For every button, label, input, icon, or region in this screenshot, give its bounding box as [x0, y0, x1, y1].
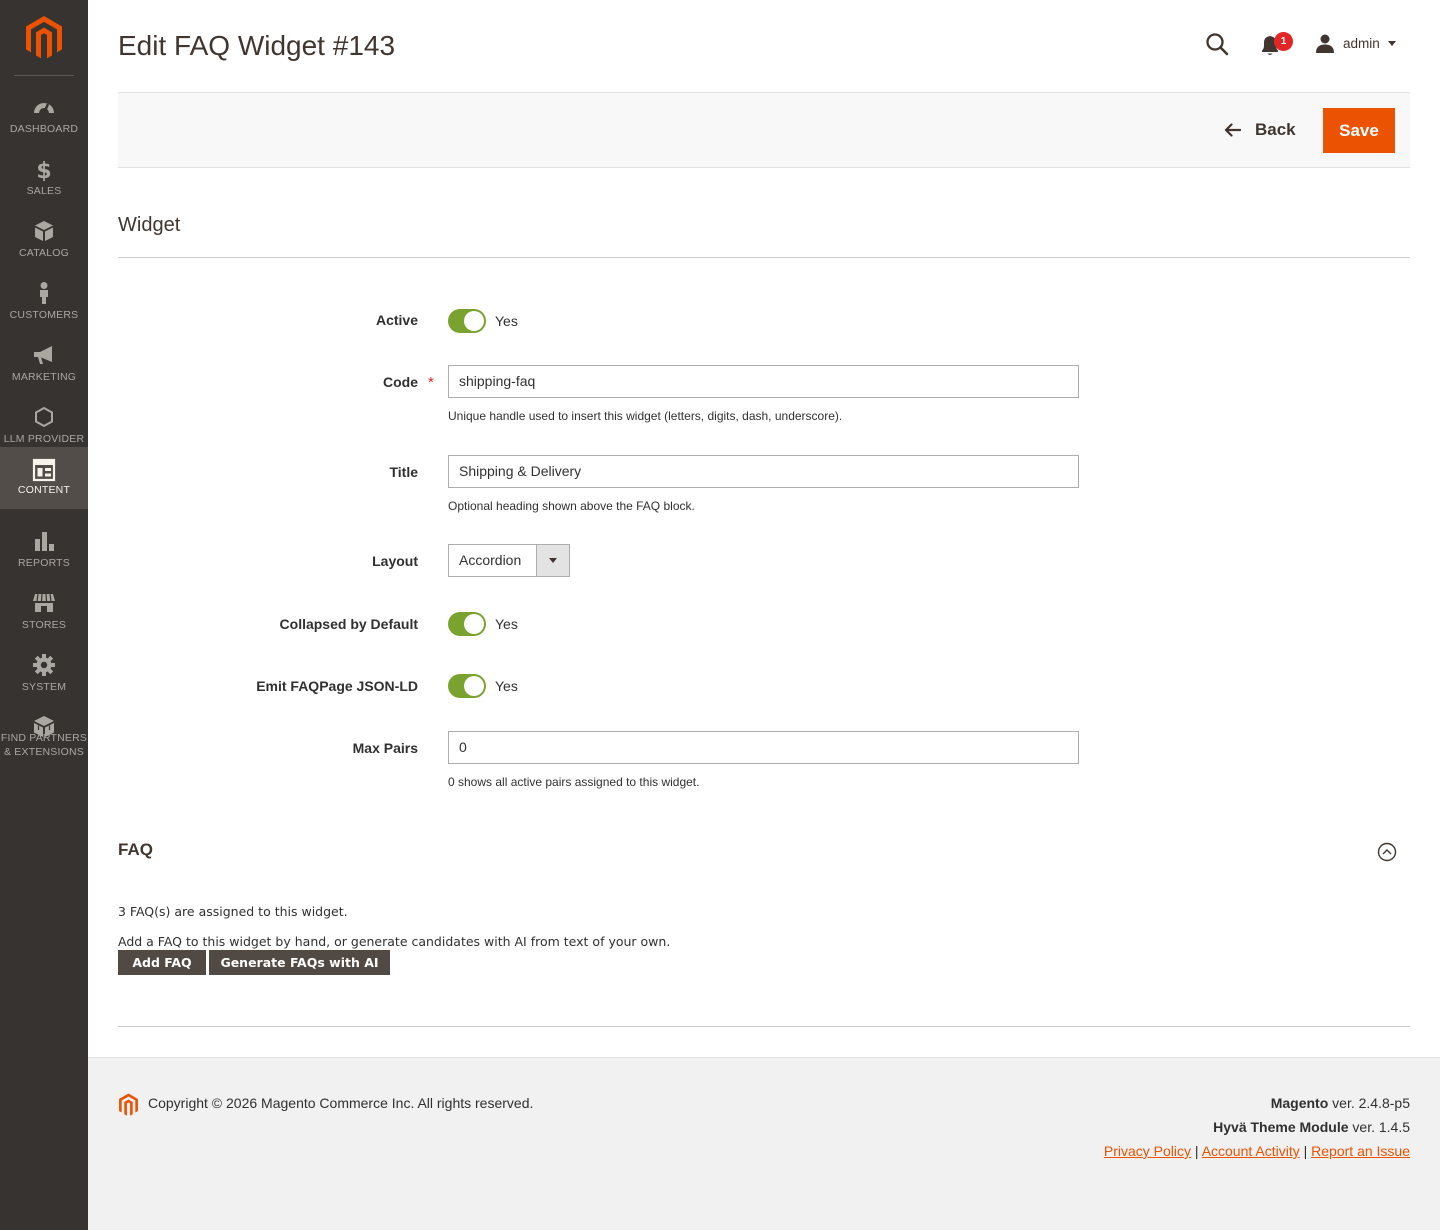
sidebar-item-reports[interactable]: Reports [0, 521, 88, 583]
store-icon [33, 593, 55, 612]
dashboard-icon [34, 103, 54, 114]
hyva-version: Hyvä Theme Module ver. 1.4.5 [1213, 1119, 1410, 1135]
title-input[interactable]: Shipping & Delivery [448, 455, 1079, 488]
toggle-knob [464, 311, 484, 331]
hexagon-icon [35, 406, 53, 428]
sidebar-item-label: Sales [26, 185, 62, 197]
megaphone-icon [34, 346, 52, 364]
sidebar-item-label-line2: & Extensions [3, 746, 84, 758]
faq-help-text: Add a FAQ to this widget by hand, or gen… [118, 934, 671, 949]
sidebar-item-sales[interactable]: $ Sales [0, 149, 88, 211]
title-note: Optional heading shown above the FAQ blo… [448, 499, 695, 513]
collapsed-toggle-text: Yes [495, 616, 518, 632]
code-note: Unique handle used to insert this widget… [448, 409, 843, 423]
sidebar-item-dashboard[interactable]: Dashboard [0, 87, 88, 149]
magento-name: Magento [1270, 1095, 1329, 1111]
magento-logo-icon[interactable] [24, 16, 64, 60]
save-button[interactable]: Save [1323, 108, 1395, 153]
code-label: Code [383, 374, 418, 390]
hyva-name: Hyvä Theme Module [1213, 1119, 1349, 1135]
emit-jsonld-toggle-text: Yes [495, 678, 518, 694]
layout-select-value: Accordion [459, 552, 522, 568]
user-account-menu[interactable]: admin [1315, 32, 1396, 54]
sidebar-item-system[interactable]: System [0, 645, 88, 707]
bar-chart-icon [35, 532, 54, 551]
active-toggle-text: Yes [495, 313, 518, 329]
sidebar-item-find-partners[interactable]: Find Partners & Extensions [0, 707, 88, 763]
page-actions-bar [118, 92, 1410, 168]
sidebar-item-content[interactable]: Content [0, 447, 88, 509]
magento-version: Magento ver. 2.4.8-p5 [1271, 1095, 1410, 1111]
max-pairs-label: Max Pairs [352, 740, 418, 756]
layout-icon [32, 458, 56, 482]
sidebar-item-label: Marketing [11, 371, 77, 383]
report-issue-link[interactable]: Report an Issue [1311, 1143, 1410, 1159]
sidebar-item-label: Find Partners & Extensions [0, 731, 88, 759]
hyva-version-number: ver. 1.4.5 [1348, 1119, 1410, 1135]
logo-divider [14, 75, 74, 76]
collapsed-label: Collapsed by Default [279, 616, 418, 632]
max-pairs-note: 0 shows all active pairs assigned to thi… [448, 775, 700, 789]
magento-logo-icon [119, 1093, 138, 1116]
copyright-text: Copyright © 2026 Magento Commerce Inc. A… [148, 1095, 534, 1111]
search-icon[interactable] [1205, 32, 1229, 56]
notification-count-badge[interactable]: 1 [1274, 32, 1293, 51]
required-indicator: * [428, 374, 434, 391]
chevron-down-icon [1387, 40, 1396, 46]
person-icon [40, 282, 48, 304]
emit-jsonld-toggle[interactable] [448, 674, 486, 698]
back-button-label: Back [1255, 120, 1296, 139]
admin-sidebar: Dashboard $ Sales Catalog Customers Mark… [0, 0, 88, 1230]
sidebar-item-label: LLM Provider [3, 433, 85, 445]
sidebar-item-label: Stores [21, 619, 67, 631]
active-label: Active [375, 312, 418, 328]
layout-select[interactable]: Accordion [448, 544, 570, 577]
sidebar-item-label: Customers [9, 309, 79, 321]
faq-count-text: 3 FAQ(s) are assigned to this widget. [118, 904, 348, 919]
section-divider [118, 1026, 1410, 1027]
sidebar-item-label: Reports [18, 557, 70, 569]
box-icon [35, 221, 53, 241]
dollar-icon: $ [36, 159, 51, 181]
sidebar-item-label: System [21, 681, 67, 693]
section-divider [118, 257, 1410, 258]
account-activity-link[interactable]: Account Activity [1202, 1143, 1300, 1159]
faq-section-title[interactable]: FAQ [118, 840, 153, 860]
gear-icon [33, 654, 55, 676]
sidebar-item-marketing[interactable]: Marketing [0, 335, 88, 397]
sidebar-item-label: Dashboard [9, 123, 79, 135]
sidebar-item-customers[interactable]: Customers [0, 273, 88, 335]
arrow-left-icon [1224, 123, 1241, 137]
chevron-down-icon [536, 545, 569, 576]
svg-text:$: $ [36, 159, 51, 181]
link-separator: | [1299, 1143, 1312, 1159]
link-separator: | [1191, 1143, 1202, 1159]
sidebar-item-label: Content [17, 484, 71, 496]
code-input[interactable]: shipping-faq [448, 365, 1079, 398]
sidebar-item-label-line1: Find Partners [0, 732, 88, 744]
user-icon [1316, 34, 1334, 53]
collapsed-toggle[interactable] [448, 612, 486, 636]
generate-faqs-ai-button[interactable]: Generate FAQs with AI [209, 950, 390, 975]
layout-label: Layout [372, 553, 418, 569]
add-faq-button[interactable]: Add FAQ [118, 950, 206, 975]
user-name: admin [1343, 35, 1380, 51]
widget-section-title: Widget [118, 214, 181, 236]
magento-version-number: ver. 2.4.8-p5 [1328, 1095, 1410, 1111]
privacy-policy-link[interactable]: Privacy Policy [1104, 1143, 1191, 1159]
sidebar-item-stores[interactable]: Stores [0, 583, 88, 645]
footer-links: Privacy Policy | Account Activity | Repo… [1104, 1143, 1410, 1159]
collapse-toggle-icon[interactable] [1377, 842, 1397, 862]
title-label: Title [389, 464, 418, 480]
sidebar-item-label: Catalog [18, 247, 70, 259]
active-toggle[interactable] [448, 309, 486, 333]
sidebar-item-catalog[interactable]: Catalog [0, 211, 88, 273]
toggle-knob [464, 614, 484, 634]
max-pairs-input[interactable]: 0 [448, 731, 1079, 764]
toggle-knob [464, 676, 484, 696]
back-button[interactable]: Back [1224, 118, 1296, 142]
page-title: Edit FAQ Widget #143 [118, 30, 396, 61]
emit-jsonld-label: Emit FAQPage JSON-LD [256, 678, 418, 694]
